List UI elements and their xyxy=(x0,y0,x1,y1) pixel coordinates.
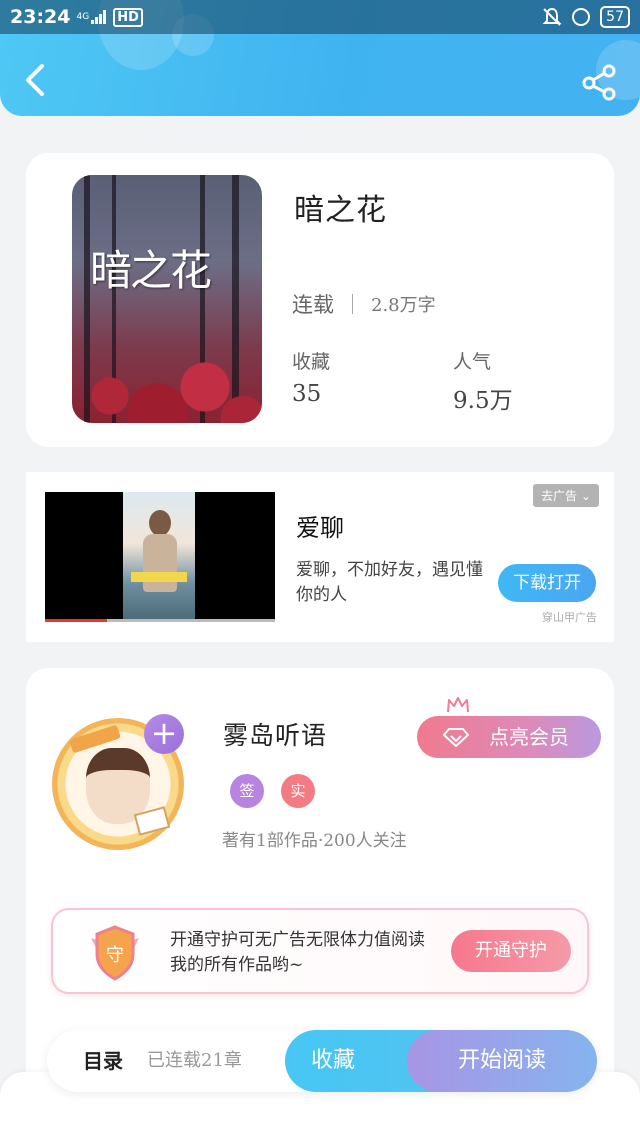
verified-badge: 实 xyxy=(281,774,315,808)
network-indicator: 4G xyxy=(76,12,90,22)
ad-video[interactable] xyxy=(45,492,275,622)
popularity-value: 9.5万 xyxy=(453,388,513,414)
author-name: 雾岛听语 xyxy=(223,721,328,750)
favorites-value: 35 xyxy=(292,381,322,407)
serial-status: 连载 xyxy=(292,293,334,317)
status-time: 23:24 xyxy=(10,6,71,28)
popularity-label: 人气 xyxy=(453,351,492,373)
follow-button[interactable]: + xyxy=(144,714,184,754)
ad-description: 爱聊，不加好友，遇见懂你的人 xyxy=(296,560,483,605)
chapter-count[interactable]: 已连载21章 xyxy=(147,1030,242,1092)
open-guard-button[interactable]: 开通守护 xyxy=(451,930,571,972)
book-title: 暗之花 xyxy=(294,193,387,228)
hd-indicator: HD xyxy=(113,7,143,27)
ad-video-progress xyxy=(45,619,275,622)
word-count: 2.8万字 xyxy=(371,295,436,316)
toc-button[interactable]: 目录 xyxy=(83,1030,123,1092)
battery-level: 57 xyxy=(600,6,630,28)
vip-button-label: 点亮会员 xyxy=(489,725,569,749)
status-bar: 23:24 4G HD 57 xyxy=(0,0,640,34)
ad-card[interactable]: 去广告 ⌄ 爱聊 爱聊，不加好友，遇见懂你的人 下载打开 穿山甲广告 xyxy=(26,472,614,642)
diamond-icon xyxy=(443,728,469,747)
ad-video-progress-fill xyxy=(45,619,108,622)
lock-rotation-icon xyxy=(572,8,591,26)
chevron-left-icon[interactable] xyxy=(18,60,52,100)
ad-app-name: 爱聊 xyxy=(296,514,344,542)
ad-download-button[interactable]: 下载打开 xyxy=(498,564,596,602)
signed-badge: 签 xyxy=(230,774,264,808)
favorites-label: 收藏 xyxy=(292,351,331,373)
signal-icon xyxy=(91,10,107,24)
author-meta: 著有1部作品·200人关注 xyxy=(222,831,407,851)
ad-source-label: 穿山甲广告 xyxy=(542,611,597,624)
top-header: 23:24 4G HD 57 xyxy=(0,0,640,116)
cover-title: 暗之花 xyxy=(90,246,212,295)
guard-banner[interactable]: 守 开通守护可无广告无限体力值阅读我的所有作品哟~ 开通守护 xyxy=(51,908,589,994)
remove-ad-button[interactable]: 去广告 ⌄ xyxy=(533,484,599,507)
ad-figure-head xyxy=(149,510,171,536)
mute-bell-icon xyxy=(542,7,562,26)
book-info-card: 暗之花 暗之花 连载 2.8万字 收藏 35 人气 9.5万 xyxy=(26,153,614,447)
divider xyxy=(352,294,353,314)
ad-figure-body xyxy=(143,534,177,592)
ad-video-caption xyxy=(131,572,187,582)
share-icon[interactable] xyxy=(578,62,620,102)
book-cover[interactable]: 暗之花 xyxy=(72,175,262,423)
bottom-action-bar: 目录 已连载21章 收藏 开始阅读 xyxy=(47,1030,597,1092)
ad-video-frame xyxy=(123,492,195,620)
guard-shield-text: 守 xyxy=(106,945,124,966)
start-reading-button[interactable]: 开始阅读 xyxy=(407,1030,597,1092)
guard-shield-icon: 守 xyxy=(91,925,139,981)
cover-leaves xyxy=(72,333,262,423)
guard-description: 开通守护可无广告无限体力值阅读我的所有作品哟~ xyxy=(170,930,425,975)
book-status-line: 连载 2.8万字 xyxy=(292,289,436,319)
crown-icon xyxy=(447,697,469,713)
vip-button[interactable]: 点亮会员 xyxy=(417,716,601,758)
